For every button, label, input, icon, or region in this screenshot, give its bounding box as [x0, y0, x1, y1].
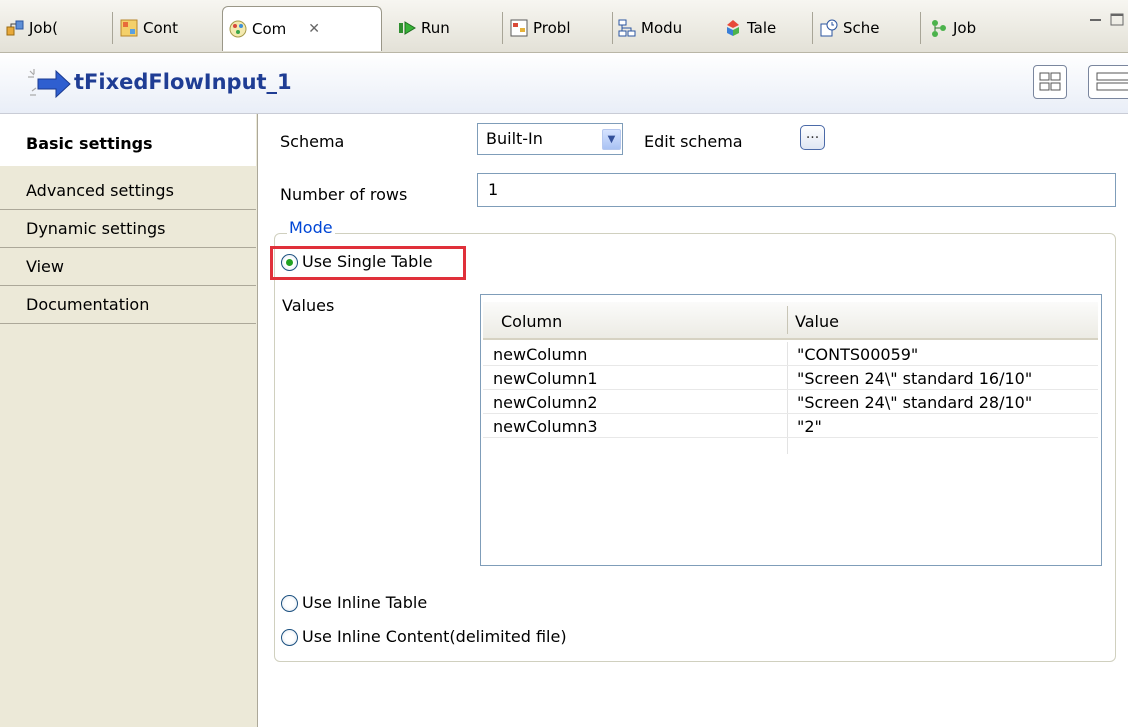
tab-label: Tale	[747, 19, 777, 37]
tab-problems[interactable]: Probl	[502, 8, 571, 48]
problems-icon	[510, 19, 528, 37]
nav-view[interactable]: View	[0, 248, 256, 286]
use-inline-content-label[interactable]: Use Inline Content(delimited file)	[302, 627, 567, 646]
table-cell[interactable]: newColumn3	[493, 417, 598, 436]
context-icon	[120, 19, 138, 37]
run-icon	[398, 19, 416, 37]
tab-separator	[502, 12, 503, 44]
schema-label: Schema	[280, 132, 345, 151]
tab-label: Job	[953, 19, 977, 37]
table-header: Column Value	[483, 302, 1098, 340]
tab-separator	[112, 12, 113, 44]
table-cell[interactable]: newColumn1	[493, 369, 598, 388]
header-separator	[787, 306, 788, 334]
edit-schema-label: Edit schema	[644, 132, 743, 151]
table-row[interactable]: newColumn1 "Screen 24\" standard 16/10"	[483, 366, 1098, 390]
nav-dynamic-settings[interactable]: Dynamic settings	[0, 210, 256, 248]
table-cell[interactable]: newColumn	[493, 345, 587, 364]
list-view-button[interactable]	[1088, 65, 1128, 99]
component-arrow-icon	[26, 65, 71, 99]
value-header[interactable]: Value	[795, 312, 839, 331]
grid-view-button[interactable]	[1033, 65, 1067, 99]
talend-exchange-icon	[724, 19, 742, 37]
tab-label: Modu	[641, 19, 683, 37]
table-row[interactable]: newColumn "CONTS00059"	[483, 342, 1098, 366]
tab-run[interactable]: Run	[398, 8, 450, 48]
table-cell[interactable]: "2"	[797, 417, 822, 436]
values-table[interactable]: Column Value newColumn "CONTS00059" newC…	[480, 294, 1102, 566]
highlight-box	[270, 246, 466, 280]
rows-label: Number of rows	[280, 185, 408, 204]
tab-label: Cont	[143, 19, 179, 37]
tab-separator	[920, 12, 921, 44]
scheduler-icon	[820, 19, 838, 37]
tab-separator	[612, 12, 613, 44]
tab-label: Run	[421, 19, 450, 37]
tab-contexts[interactable]: Cont	[112, 8, 178, 48]
tab-modules[interactable]: Modu	[612, 8, 682, 48]
table-row[interactable]: newColumn2 "Screen 24\" standard 28/10"	[483, 390, 1098, 414]
settings-nav: Basic settings Advanced settings Dynamic…	[0, 114, 258, 727]
basic-settings-panel: Schema Built-In ▼ Edit schema ... Number…	[258, 114, 1128, 727]
tab-separator	[812, 12, 813, 44]
tab-label: Com	[252, 20, 287, 38]
table-cell[interactable]: "Screen 24\" standard 28/10"	[797, 393, 1032, 412]
tab-job-hierarchy[interactable]: Job	[920, 8, 976, 48]
nav-advanced-settings[interactable]: Advanced settings	[0, 172, 256, 210]
nav-basic-settings[interactable]: Basic settings	[0, 114, 256, 166]
edit-schema-button[interactable]: ...	[800, 125, 825, 150]
chevron-down-icon[interactable]: ▼	[602, 129, 621, 150]
close-tab-icon[interactable]: ✕	[308, 21, 320, 37]
component-title: tFixedFlowInput_1	[74, 70, 292, 94]
component-icon	[229, 20, 247, 38]
table-row[interactable]: newColumn3 "2"	[483, 414, 1098, 438]
table-cell[interactable]: "CONTS00059"	[797, 345, 918, 364]
radio-use-inline-table[interactable]	[281, 595, 298, 612]
mode-legend: Mode	[287, 218, 335, 237]
column-header[interactable]: Column	[501, 312, 562, 331]
tab-label: Job(	[29, 19, 58, 37]
tab-job-designs[interactable]: Job(	[6, 8, 58, 48]
minimize-icon[interactable]	[1089, 12, 1103, 24]
component-header: tFixedFlowInput_1	[0, 53, 1128, 114]
nav-documentation[interactable]: Documentation	[0, 286, 256, 324]
tab-scheduler[interactable]: Sche	[812, 8, 880, 48]
number-of-rows-input[interactable]: 1	[477, 173, 1116, 207]
tab-talend-exchange[interactable]: Tale	[718, 8, 776, 48]
tab-component[interactable]: Com ✕	[222, 6, 382, 51]
radio-use-inline-content[interactable]	[281, 629, 298, 646]
tab-label: Probl	[533, 19, 571, 37]
job-hierarchy-icon	[930, 19, 948, 37]
use-inline-table-label[interactable]: Use Inline Table	[302, 593, 427, 612]
schema-value: Built-In	[486, 129, 543, 148]
tab-label: Sche	[843, 19, 880, 37]
editor-tab-bar: Job( Cont Com ✕ Run Probl Modu Tale Sche…	[0, 0, 1128, 53]
values-label: Values	[282, 296, 335, 315]
table-cell[interactable]: newColumn2	[493, 393, 598, 412]
schema-select[interactable]: Built-In ▼	[477, 123, 623, 155]
modules-icon	[618, 19, 636, 37]
table-cell[interactable]: "Screen 24\" standard 16/10"	[797, 369, 1032, 388]
maximize-icon[interactable]	[1110, 12, 1124, 26]
job-design-icon	[6, 19, 24, 37]
